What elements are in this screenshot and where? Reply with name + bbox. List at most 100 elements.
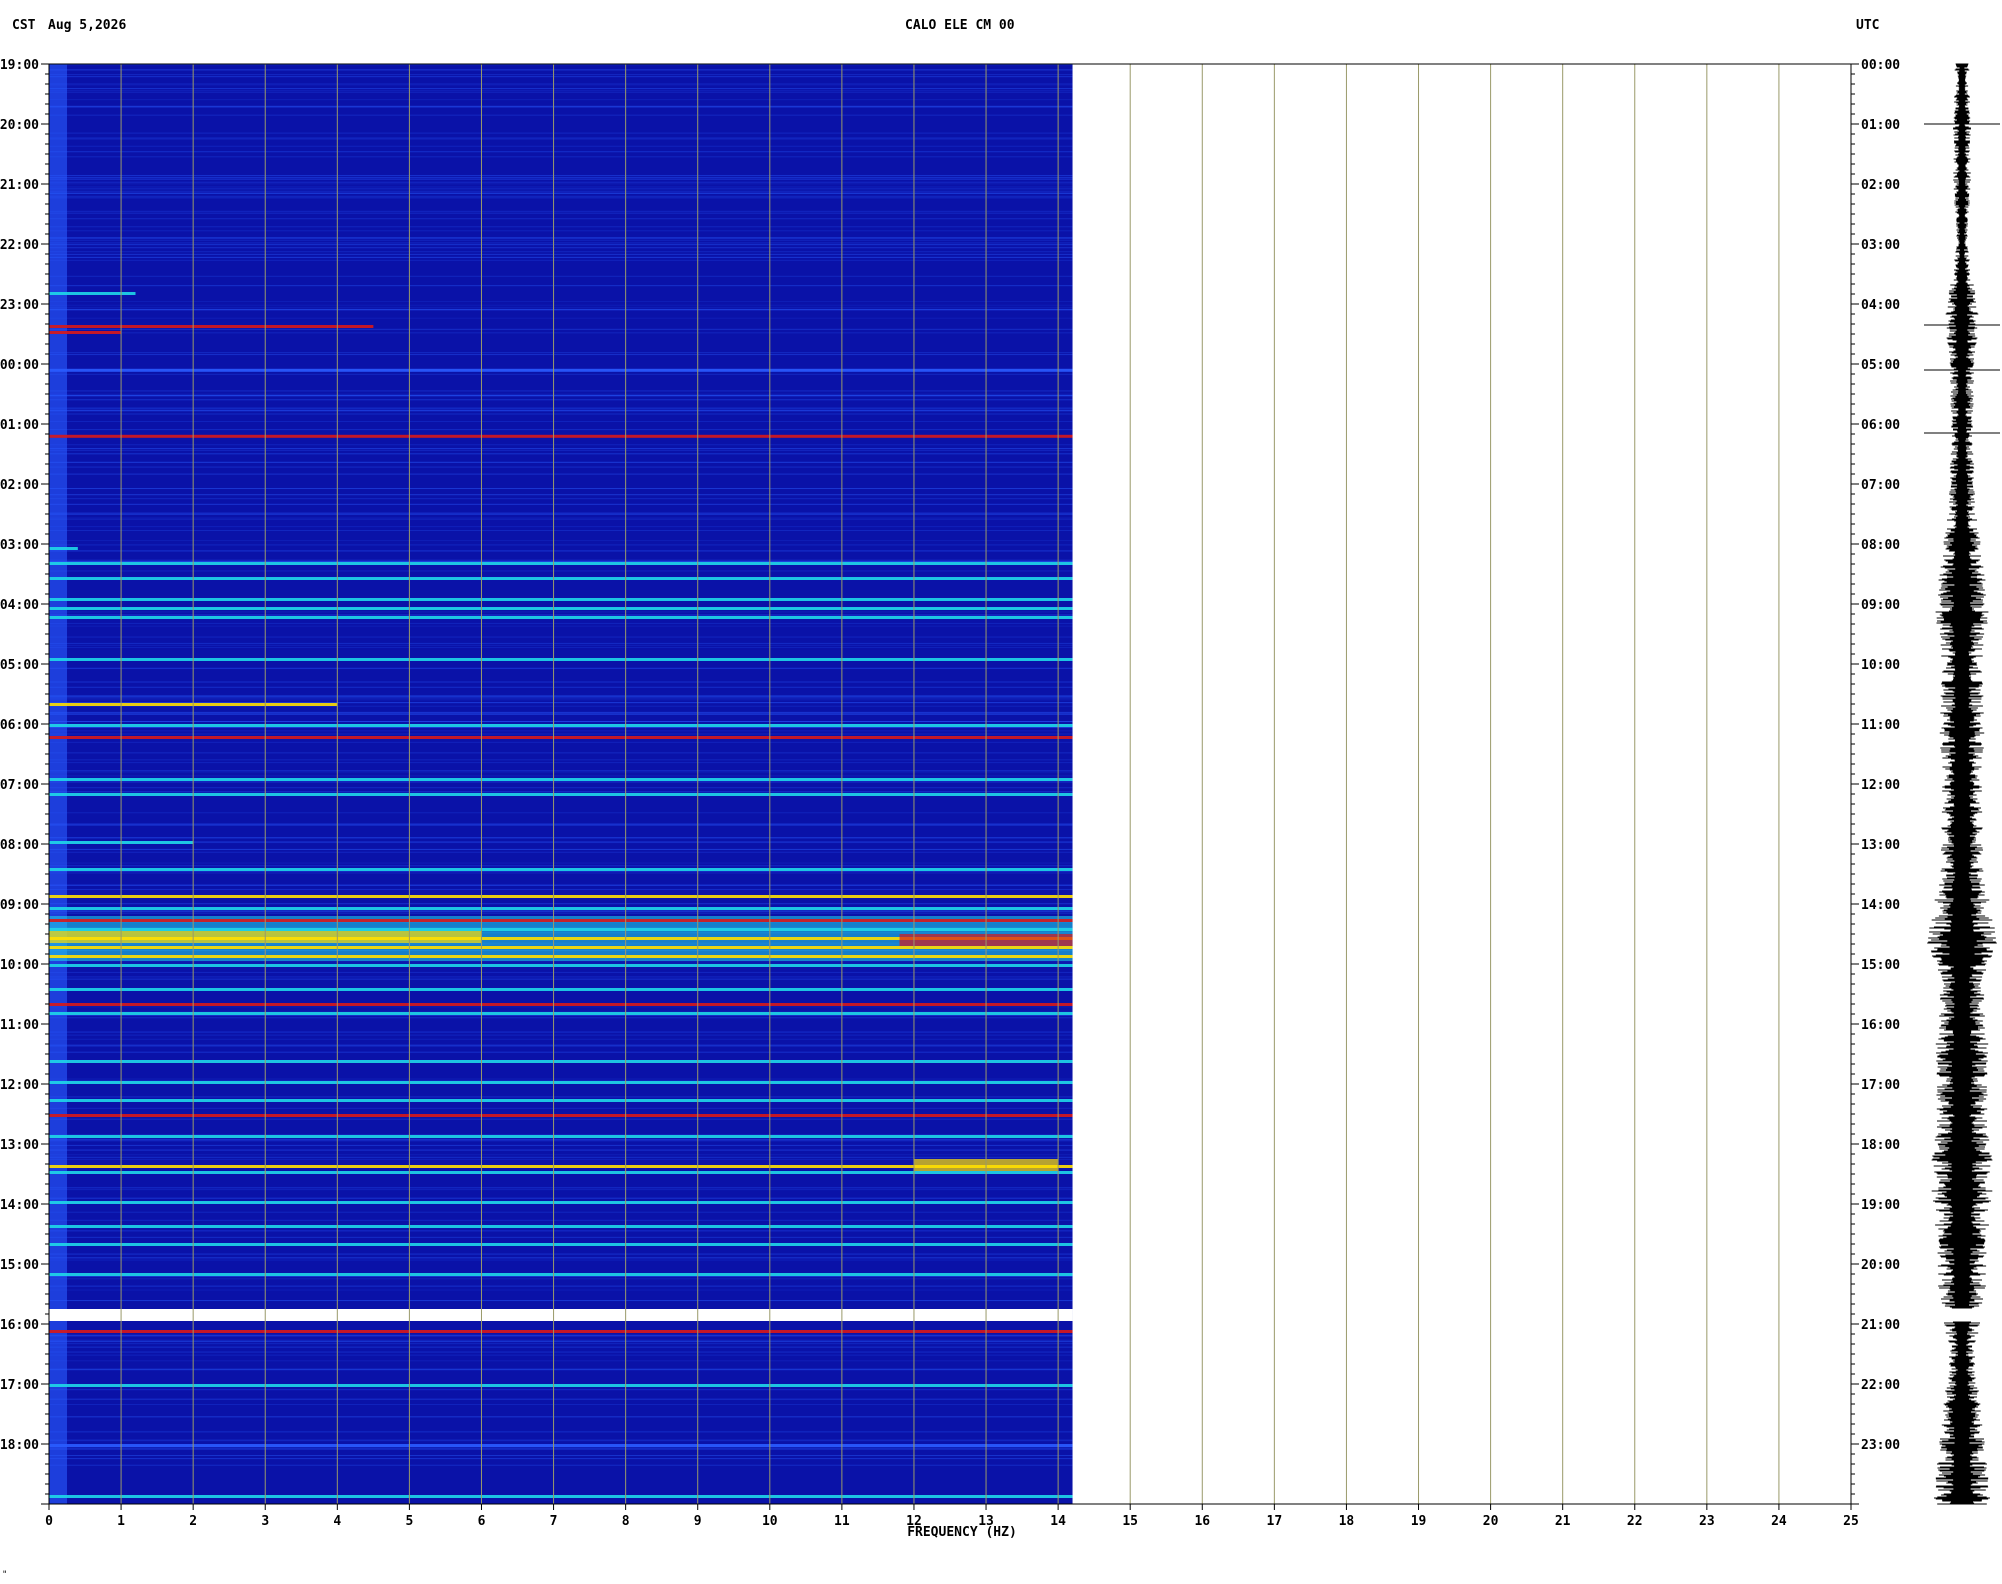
noise-line [49, 444, 1073, 446]
noise-line [49, 90, 1073, 92]
noise-line [49, 733, 1073, 735]
x-tick-label: 5 [405, 1514, 413, 1529]
spectrogram-chart: 0 1 2 3 4 5 6 7 8 9 10 11 12 13 14 15 16 17 18 19 20 21 22 23 24… [0, 58, 2000, 1540]
noise-line [49, 1118, 1073, 1120]
noise-line [49, 409, 1073, 411]
noise-line [49, 1285, 1073, 1287]
noise-line [49, 1339, 1073, 1341]
noise-line [49, 494, 1073, 496]
spectral-band [49, 868, 1073, 871]
noise-line [49, 1014, 1073, 1016]
noise-line [49, 1253, 1073, 1255]
noise-line [49, 1187, 1073, 1189]
x-tick-label: 23 [1699, 1514, 1715, 1529]
noise-line [49, 1107, 1073, 1109]
noise-line [49, 399, 1073, 401]
noise-line [49, 1448, 1073, 1450]
spectral-band [49, 964, 1073, 967]
noise-line [49, 976, 1073, 978]
noise-line [49, 636, 1073, 638]
noise-line [49, 1430, 1073, 1432]
spectral-band [49, 1225, 1073, 1228]
left-time-label: 21:00 [0, 178, 39, 193]
right-time-label: 03:00 [1861, 238, 1900, 253]
noise-line [49, 550, 1073, 552]
seismogram-waveform [1927, 63, 1997, 1505]
noise-line [49, 197, 1073, 199]
noise-line [49, 1219, 1073, 1221]
right-time-label: 17:00 [1861, 1078, 1900, 1093]
noise-line [49, 1230, 1073, 1232]
x-tick-label: 11 [834, 1514, 850, 1529]
spectral-band [49, 1081, 1073, 1084]
noise-line [49, 1458, 1073, 1460]
noise-line [49, 138, 1073, 140]
right-time-label: 18:00 [1861, 1138, 1900, 1153]
left-time-label: 08:00 [0, 838, 39, 853]
noise-line [49, 461, 1073, 463]
spectrogram-background [49, 64, 1073, 1504]
noise-line [49, 1275, 1073, 1277]
noise-line [49, 1017, 1073, 1019]
noise-line [49, 1031, 1073, 1033]
noise-line [49, 812, 1073, 814]
right-time-label: 00:00 [1861, 58, 1900, 73]
right-time-label: 15:00 [1861, 958, 1900, 973]
low-frequency-noise [49, 64, 68, 1504]
noise-line [49, 1197, 1073, 1199]
spectral-band [49, 1201, 1073, 1204]
noise-line [49, 137, 1073, 139]
x-tick-label: 15 [1122, 1514, 1138, 1529]
noise-line [49, 74, 1073, 76]
noise-line [49, 697, 1073, 699]
noise-line [49, 837, 1073, 839]
noise-line [49, 354, 1073, 356]
noise-line [49, 181, 1073, 183]
noise-line [49, 183, 1073, 185]
right-time-label: 13:00 [1861, 838, 1900, 853]
right-time-label: 20:00 [1861, 1258, 1900, 1273]
noise-line [49, 842, 1073, 844]
noise-line [49, 1044, 1073, 1046]
spectral-band [49, 988, 1073, 991]
right-time-label: 23:00 [1861, 1438, 1900, 1453]
spectral-band [49, 1273, 1073, 1276]
spectral-band [49, 907, 1073, 910]
noise-line [49, 1389, 1073, 1391]
noise-line [49, 787, 1073, 789]
left-time-label: 01:00 [0, 418, 39, 433]
noise-line [49, 1211, 1073, 1213]
noise-line [49, 570, 1073, 572]
noise-line [49, 421, 1073, 423]
noise-line [49, 1447, 1073, 1449]
noise-line [49, 611, 1073, 613]
left-time-label: 11:00 [0, 1018, 39, 1033]
noise-line [49, 175, 1073, 177]
left-time-label: 14:00 [0, 1198, 39, 1213]
noise-line [49, 1431, 1073, 1433]
left-time-label: 19:00 [0, 58, 39, 73]
noise-line [49, 1360, 1073, 1362]
noise-line [49, 883, 1073, 885]
noise-line [49, 1149, 1073, 1151]
spectral-band [49, 616, 1073, 619]
noise-line [49, 851, 1073, 853]
x-tick-label: 14 [1050, 1514, 1066, 1529]
noise-line [49, 237, 1073, 239]
x-tick-label: 9 [694, 1514, 702, 1529]
noise-line [49, 259, 1073, 261]
x-tick-label: 17 [1267, 1514, 1283, 1529]
left-time-label: 09:00 [0, 898, 39, 913]
right-time-label: 22:00 [1861, 1378, 1900, 1393]
noise-line [49, 695, 1073, 697]
x-tick-label: 18 [1339, 1514, 1355, 1529]
noise-line [49, 1154, 1073, 1156]
left-time-label: 04:00 [0, 598, 39, 613]
noise-line [49, 498, 1073, 500]
noise-line [49, 99, 1073, 101]
seismogram-trace [1924, 63, 2000, 1505]
right-time-label: 01:00 [1861, 118, 1900, 133]
spectral-band [49, 1243, 1073, 1246]
spectral-band [49, 1135, 1073, 1138]
right-time-label: 19:00 [1861, 1198, 1900, 1213]
